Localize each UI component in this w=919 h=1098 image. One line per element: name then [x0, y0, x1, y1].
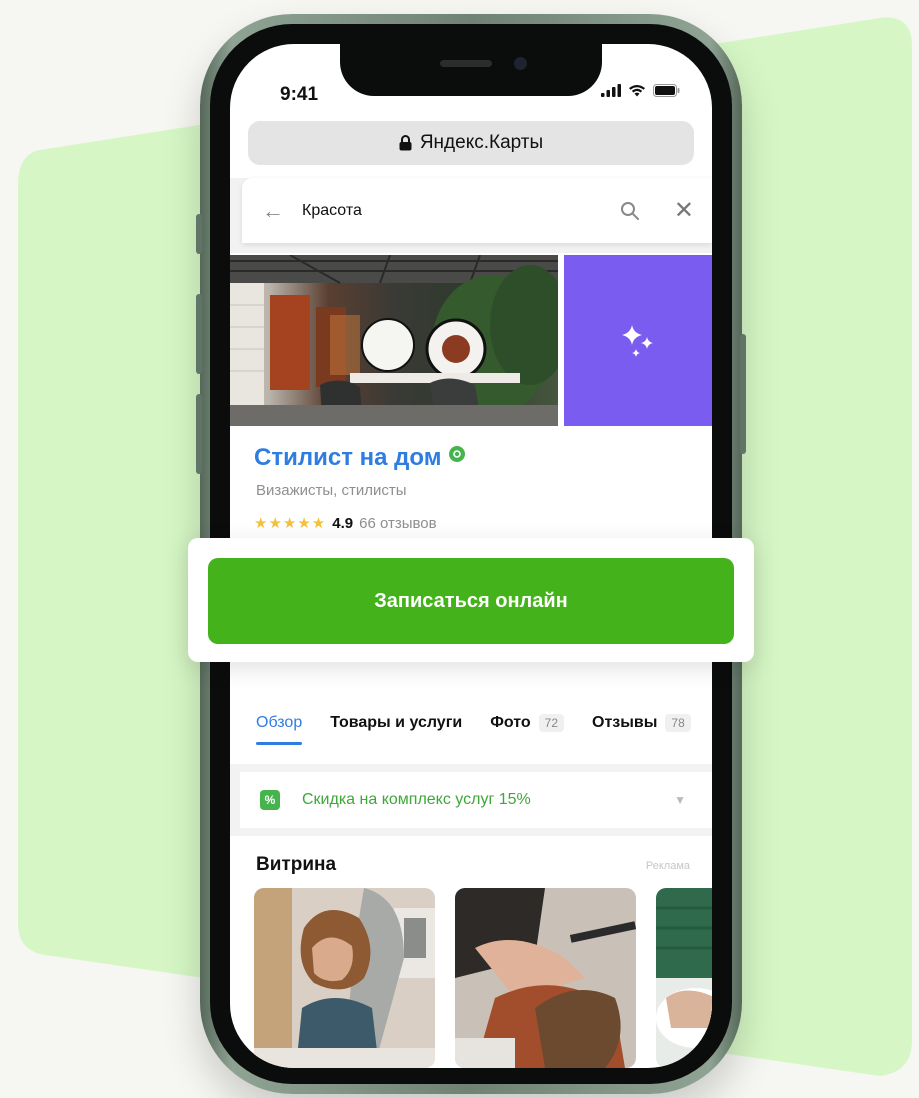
showcase-item[interactable] — [455, 888, 636, 1068]
tab-goods-services[interactable]: Товары и услуги — [330, 714, 462, 732]
discount-icon: % — [260, 790, 280, 810]
front-camera — [514, 57, 527, 70]
reviews-count: 66 отзывов — [359, 514, 437, 532]
lock-icon — [399, 135, 412, 151]
showcase-carousel — [254, 888, 712, 1068]
promo-banner[interactable]: % Скидка на комплекс услуг 15% ▼ — [240, 772, 712, 828]
search-bar: ← Красота ✕ — [242, 178, 712, 243]
rating-value: 4.9 — [332, 514, 354, 532]
cta-card: Записаться онлайн — [188, 538, 754, 662]
volume-down-button — [196, 394, 202, 474]
promo-section: % Скидка на комплекс услуг 15% ▼ — [230, 764, 712, 836]
sparkles-icon — [622, 324, 653, 357]
tab-label: Отзывы — [592, 714, 658, 731]
tab-reviews[interactable]: Отзывы 78 — [592, 714, 691, 732]
status-time: 9:41 — [280, 84, 319, 105]
browser-address-bar[interactable]: Яндекс.Карты — [248, 121, 694, 165]
salon-photo-image — [230, 255, 558, 426]
tab-label: Товары и услуги — [330, 714, 463, 731]
showcase-image — [455, 888, 636, 1068]
notch — [340, 44, 602, 96]
speaker — [440, 60, 492, 67]
close-icon[interactable]: ✕ — [674, 196, 694, 225]
volume-up-button — [196, 294, 202, 374]
business-name-text: Стилист на дом — [254, 444, 442, 471]
tab-badge: 78 — [665, 714, 691, 732]
promo-text: Скидка на комплекс услуг 15% — [302, 791, 531, 808]
chevron-down-icon[interactable]: ▼ — [674, 793, 686, 807]
mute-switch — [196, 214, 202, 254]
status-icons — [601, 84, 680, 97]
search-input[interactable]: Красота — [302, 202, 620, 220]
search-panel: ← Красота ✕ — [230, 178, 712, 253]
wifi-icon — [629, 84, 645, 97]
showcase-title: Витрина — [256, 854, 337, 875]
signal-icon — [601, 84, 621, 97]
business-category: Визажисты, стилисты — [256, 482, 407, 499]
battery-icon — [653, 84, 680, 97]
ad-label: Реклама — [645, 860, 690, 872]
showcase-item[interactable] — [254, 888, 435, 1068]
power-button — [740, 334, 746, 454]
salon-photo[interactable] — [230, 255, 558, 426]
rating-stars: ★★★★★ — [254, 515, 327, 532]
tab-label: Обзор — [256, 714, 303, 731]
tab-label: Фото — [490, 714, 531, 731]
tab-badge: 72 — [538, 714, 564, 732]
business-gallery — [230, 255, 712, 426]
browser-title: Яндекс.Карты — [419, 132, 544, 153]
verified-icon — [449, 446, 466, 462]
tab-photos[interactable]: Фото 72 — [490, 714, 564, 732]
highlights-tile[interactable] — [564, 255, 712, 426]
showcase-item[interactable] — [656, 888, 712, 1068]
showcase-image — [656, 888, 712, 1068]
book-online-button[interactable]: Записаться онлайн — [208, 558, 734, 644]
tab-overview[interactable]: Обзор — [256, 714, 303, 745]
showcase-image — [254, 888, 435, 1068]
arrow-left-icon[interactable]: ← — [262, 198, 284, 224]
rating-row[interactable]: ★★★★★ 4.9 66 отзывов — [254, 514, 437, 533]
tab-bar: Обзор Товары и услуги Фото 72 Отзывы 78 — [256, 714, 691, 745]
business-name[interactable]: Стилист на дом — [254, 444, 466, 472]
search-icon[interactable] — [620, 201, 640, 221]
